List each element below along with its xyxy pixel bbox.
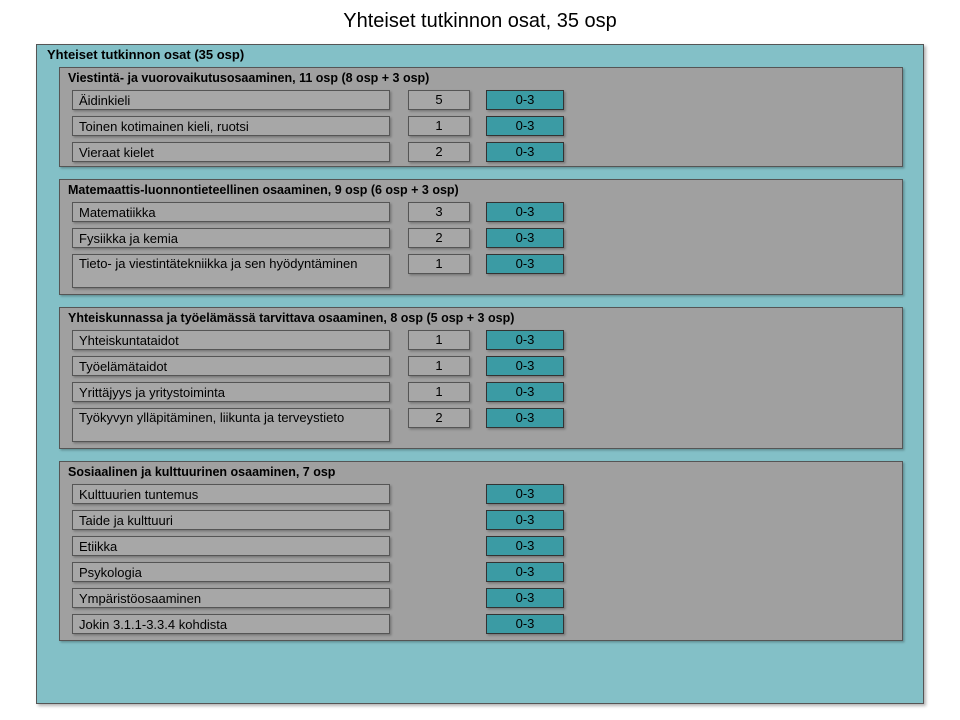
section-title: Sosiaalinen ja kulttuurinen osaaminen, 7… — [68, 465, 335, 479]
subject-label: Työkyvyn ylläpitäminen, liikunta ja terv… — [72, 408, 390, 442]
row: Kulttuurien tuntemus 0-3 — [72, 484, 892, 504]
subject-label: Työelämätaidot — [72, 356, 390, 376]
row: Taide ja kulttuuri 0-3 — [72, 510, 892, 530]
credit-value: 1 — [408, 116, 470, 136]
credit-range: 0-3 — [486, 142, 564, 162]
credit-range: 0-3 — [486, 330, 564, 350]
row: Matematiikka 3 0-3 — [72, 202, 892, 222]
row: Jokin 3.1.1-3.3.4 kohdista 0-3 — [72, 614, 892, 634]
section-yhteiskunta: Yhteiskunnassa ja työelämässä tarvittava… — [59, 307, 903, 449]
section-title: Yhteiskunnassa ja työelämässä tarvittava… — [68, 311, 514, 325]
credit-range: 0-3 — [486, 356, 564, 376]
credit-range: 0-3 — [486, 90, 564, 110]
section-title: Viestintä- ja vuorovaikutusosaaminen, 11… — [68, 71, 429, 85]
outer-title: Yhteiset tutkinnon osat (35 osp) — [47, 47, 244, 62]
subject-label: Matematiikka — [72, 202, 390, 222]
credit-range: 0-3 — [486, 510, 564, 530]
subject-label: Toinen kotimainen kieli, ruotsi — [72, 116, 390, 136]
row: Työkyvyn ylläpitäminen, liikunta ja terv… — [72, 408, 892, 442]
row: Toinen kotimainen kieli, ruotsi 1 0-3 — [72, 116, 892, 136]
credit-value: 2 — [408, 408, 470, 428]
credit-value: 1 — [408, 254, 470, 274]
credit-range: 0-3 — [486, 382, 564, 402]
credit-range: 0-3 — [486, 562, 564, 582]
subject-label: Taide ja kulttuuri — [72, 510, 390, 530]
subject-label: Yrittäjyys ja yritystoiminta — [72, 382, 390, 402]
credit-value: 1 — [408, 356, 470, 376]
row: Yhteiskuntataidot 1 0-3 — [72, 330, 892, 350]
subject-label: Jokin 3.1.1-3.3.4 kohdista — [72, 614, 390, 634]
row: Etiikka 0-3 — [72, 536, 892, 556]
row: Työelämätaidot 1 0-3 — [72, 356, 892, 376]
credit-range: 0-3 — [486, 116, 564, 136]
row: Vieraat kielet 2 0-3 — [72, 142, 892, 162]
subject-label: Psykologia — [72, 562, 390, 582]
subject-label: Yhteiskuntataidot — [72, 330, 390, 350]
subject-label: Äidinkieli — [72, 90, 390, 110]
credit-range: 0-3 — [486, 254, 564, 274]
credit-value: 2 — [408, 228, 470, 248]
row: Fysiikka ja kemia 2 0-3 — [72, 228, 892, 248]
credit-range: 0-3 — [486, 614, 564, 634]
section-title: Matemaattis-luonnontieteellinen osaamine… — [68, 183, 459, 197]
credit-range: 0-3 — [486, 228, 564, 248]
row: Yrittäjyys ja yritystoiminta 1 0-3 — [72, 382, 892, 402]
credit-value: 3 — [408, 202, 470, 222]
row: Ympäristöosaaminen 0-3 — [72, 588, 892, 608]
credit-range: 0-3 — [486, 202, 564, 222]
subject-label: Etiikka — [72, 536, 390, 556]
credit-value: 1 — [408, 330, 470, 350]
subject-label: Fysiikka ja kemia — [72, 228, 390, 248]
credit-value: 5 — [408, 90, 470, 110]
subject-label: Kulttuurien tuntemus — [72, 484, 390, 504]
credit-value: 1 — [408, 382, 470, 402]
page-title: Yhteiset tutkinnon osat, 35 osp — [0, 0, 960, 41]
section-viestinta: Viestintä- ja vuorovaikutusosaaminen, 11… — [59, 67, 903, 167]
credit-value: 2 — [408, 142, 470, 162]
outer-container: Yhteiset tutkinnon osat (35 osp) Viestin… — [36, 44, 924, 704]
row: Psykologia 0-3 — [72, 562, 892, 582]
row: Äidinkieli 5 0-3 — [72, 90, 892, 110]
subject-label: Vieraat kielet — [72, 142, 390, 162]
section-matemaattis: Matemaattis-luonnontieteellinen osaamine… — [59, 179, 903, 295]
row: Tieto- ja viestintätekniikka ja sen hyöd… — [72, 254, 892, 288]
subject-label: Ympäristöosaaminen — [72, 588, 390, 608]
credit-range: 0-3 — [486, 588, 564, 608]
credit-range: 0-3 — [486, 484, 564, 504]
section-sosiaalinen: Sosiaalinen ja kulttuurinen osaaminen, 7… — [59, 461, 903, 641]
subject-label: Tieto- ja viestintätekniikka ja sen hyöd… — [72, 254, 390, 288]
credit-range: 0-3 — [486, 408, 564, 428]
credit-range: 0-3 — [486, 536, 564, 556]
